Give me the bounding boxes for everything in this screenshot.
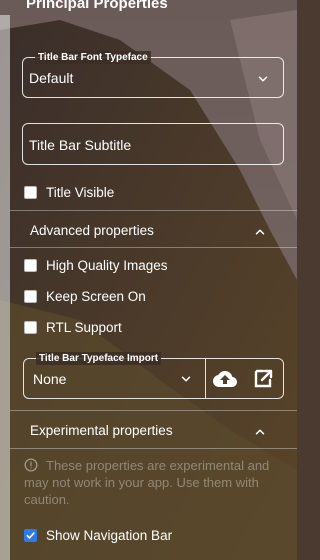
divider <box>10 410 297 411</box>
experimental-note: These properties are experimental and ma… <box>24 457 274 508</box>
cloud-upload-icon[interactable] <box>213 367 237 391</box>
divider <box>10 247 297 248</box>
title-font-typeface-value: Default <box>29 70 74 86</box>
import-divider <box>205 359 206 398</box>
title-bar-subtitle-value: Title Bar Subtitle <box>29 137 132 153</box>
high-quality-images-checkbox[interactable] <box>24 259 37 272</box>
left-gutter <box>0 15 10 560</box>
typeface-import-select[interactable]: None <box>24 359 205 398</box>
chevron-down-icon <box>258 76 268 82</box>
typeface-import-value: None <box>33 371 67 387</box>
title-bar-subtitle-input[interactable]: Title Bar Subtitle <box>22 123 284 165</box>
divider <box>10 448 297 449</box>
high-quality-images-label: High Quality Images <box>46 258 168 273</box>
checkmark-icon <box>26 532 35 539</box>
chevron-up-icon[interactable] <box>253 225 267 239</box>
panel-title: Principal Properties <box>26 0 168 12</box>
advanced-properties-title: Advanced properties <box>30 223 154 238</box>
title-font-typeface-legend: Title Bar Font Typeface <box>35 51 151 64</box>
rtl-support-label: RTL Support <box>46 320 122 335</box>
rtl-support-checkbox[interactable] <box>24 321 37 334</box>
typeface-import-group: Title Bar Typeface Import None <box>23 352 284 399</box>
keep-screen-on-label: Keep Screen On <box>46 289 146 304</box>
divider <box>10 210 297 211</box>
chevron-down-icon <box>181 376 191 382</box>
title-visible-checkbox[interactable] <box>24 186 37 199</box>
experimental-properties-title: Experimental properties <box>30 423 173 438</box>
title-font-typeface-select[interactable]: Title Bar Font Typeface Default <box>22 51 284 98</box>
keep-screen-on-checkbox[interactable] <box>24 290 37 303</box>
show-navigation-bar-checkbox[interactable] <box>24 529 37 542</box>
open-external-icon[interactable] <box>252 367 276 391</box>
show-navigation-bar-label: Show Navigation Bar <box>46 528 173 543</box>
title-visible-label: Title Visible <box>46 185 115 200</box>
chevron-up-icon[interactable] <box>253 425 267 439</box>
experimental-note-text: These properties are experimental and ma… <box>24 458 270 507</box>
